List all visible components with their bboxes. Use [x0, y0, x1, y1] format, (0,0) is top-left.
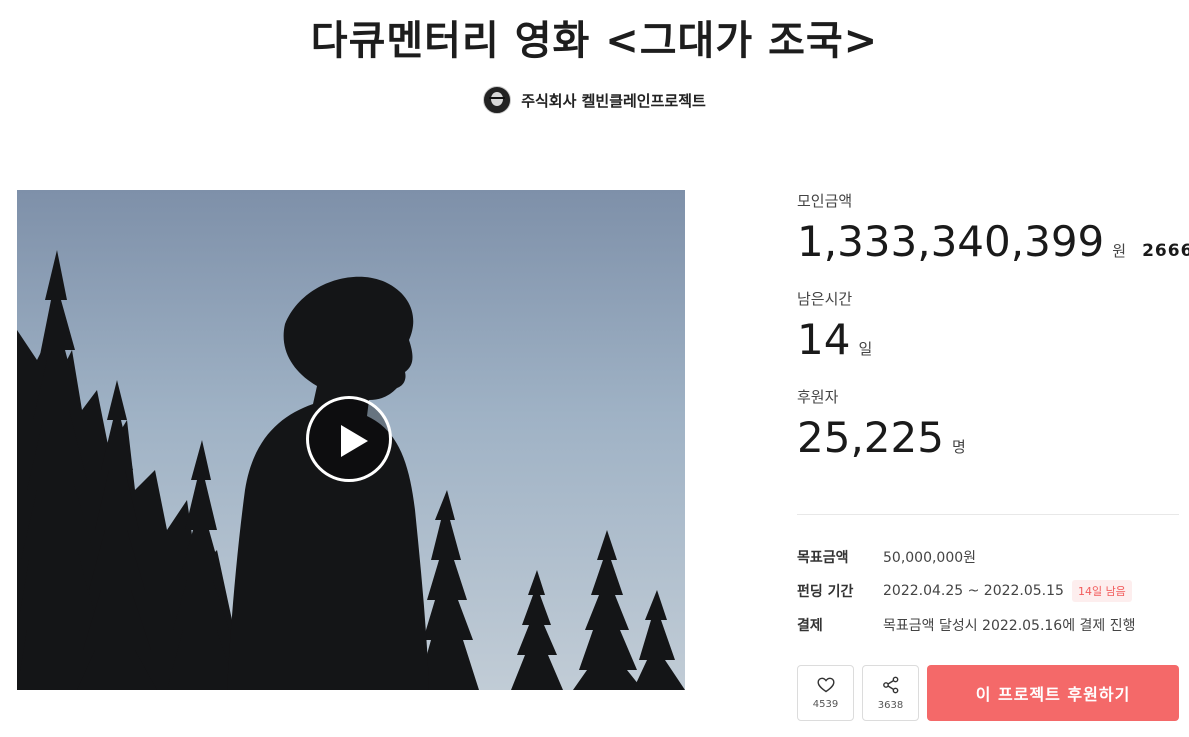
creator-name[interactable]: 주식회사 켈빈클레인프로젝트 [521, 90, 706, 111]
stats-divider [797, 514, 1179, 515]
remaining-days: 14 [797, 315, 851, 364]
payment-value: 목표금액 달성시 2022.05.16에 결제 진행 [883, 618, 1136, 634]
share-icon [882, 676, 898, 693]
achievement-percent: 2666% [1142, 241, 1189, 261]
goal-label: 목표금액 [797, 550, 849, 566]
period-row: 펀딩 기간 2022.04.25 ~ 2022.05.15 14일 남음 [797, 574, 1179, 608]
funding-info: 목표금액 50,000,000원 펀딩 기간 2022.04.25 ~ 2022… [797, 540, 1179, 642]
raised-amount-block: 모인금액 1,333,340,399 원 2666% [797, 190, 1189, 266]
avatar-mark-shape [489, 97, 506, 99]
goal-row: 목표금액 50,000,000원 [797, 540, 1179, 574]
play-button[interactable] [306, 396, 392, 482]
share-count: 3638 [877, 699, 904, 711]
payment-label: 결제 [797, 618, 823, 634]
backers-unit: 명 [951, 438, 966, 456]
share-button[interactable]: 3638 [862, 665, 919, 721]
back-project-button[interactable]: 이 프로젝트 후원하기 [927, 665, 1179, 721]
funding-stats: 모인금액 1,333,340,399 원 2666% 남은시간 14 일 후원자… [797, 190, 1189, 484]
days-left-badge: 14일 남음 [1071, 580, 1132, 602]
period-label: 펀딩 기간 [797, 584, 854, 600]
play-icon [341, 425, 368, 457]
backers-block: 후원자 25,225 명 [797, 386, 1179, 462]
project-video[interactable] [17, 190, 685, 690]
like-count: 4539 [812, 698, 839, 710]
avatar-face-shape [491, 92, 504, 106]
raised-unit: 원 [1112, 242, 1127, 260]
remaining-time-block: 남은시간 14 일 [797, 288, 1179, 364]
like-button[interactable]: 4539 [797, 665, 854, 721]
raised-amount: 1,333,340,399 [797, 217, 1105, 266]
goal-value: 50,000,000원 [883, 550, 977, 566]
backers-count: 25,225 [797, 413, 944, 462]
remaining-unit: 일 [858, 340, 873, 358]
action-bar: 4539 3638 이 프로젝트 후원하기 [797, 665, 1179, 723]
raised-label: 모인금액 [797, 192, 853, 210]
heart-icon [816, 677, 835, 692]
creator-avatar[interactable] [483, 86, 512, 114]
remaining-label: 남은시간 [797, 290, 853, 308]
payment-row: 결제 목표금액 달성시 2022.05.16에 결제 진행 [797, 608, 1179, 642]
page-title: 다큐멘터리 영화 <그대가 조국> [310, 18, 879, 64]
creator-info[interactable]: 주식회사 켈빈클레인프로젝트 [0, 86, 1189, 114]
period-value: 2022.04.25 ~ 2022.05.15 [883, 583, 1064, 599]
backers-label: 후원자 [797, 388, 839, 406]
